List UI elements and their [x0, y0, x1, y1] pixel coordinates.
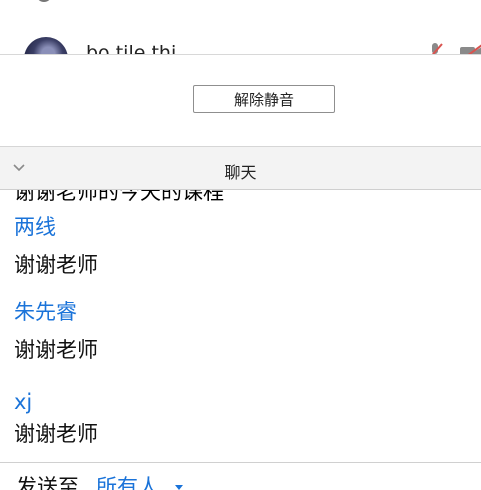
participants-actions: 解除静音: [0, 54, 481, 146]
chat-header: 聊天: [0, 146, 481, 190]
recipient-value: 所有人: [96, 475, 159, 490]
chat-message: 朱先睿 谢谢老师: [14, 299, 98, 363]
message-text: 谢谢老师: [14, 338, 98, 362]
chat-message: xj 谢谢老师: [14, 389, 98, 447]
participant-icon-partial: [38, 0, 50, 2]
message-sender[interactable]: xj: [14, 389, 98, 415]
caret-down-icon: [174, 485, 183, 490]
message-sender[interactable]: 朱先睿: [14, 299, 98, 325]
participant-row[interactable]: bo tile thi...: [0, 30, 481, 56]
unmute-all-button[interactable]: 解除静音: [193, 85, 335, 113]
recipient-dropdown[interactable]: 所有人: [96, 471, 184, 490]
chat-title: 聊天: [224, 163, 257, 182]
chat-message: 两线 谢谢老师: [14, 214, 98, 278]
message-text: 谢谢老师: [14, 253, 98, 277]
send-to-label: 发送至: [16, 475, 79, 490]
message-text: 谢谢老师: [14, 422, 98, 446]
message-sender[interactable]: 两线: [14, 214, 98, 240]
chat-message-list[interactable]: 谢谢老师的今天的课程 两线 谢谢老师 朱先睿 谢谢老师 xj 谢谢老师: [0, 190, 481, 462]
chat-message-partial: 谢谢老师的今天的课程: [14, 190, 224, 204]
chat-footer: 发送至 所有人: [0, 462, 481, 490]
meeting-side-panel: bo tile thi... 解除静音 聊天 谢谢老师的今天的课程 两线 谢谢老…: [0, 0, 481, 490]
